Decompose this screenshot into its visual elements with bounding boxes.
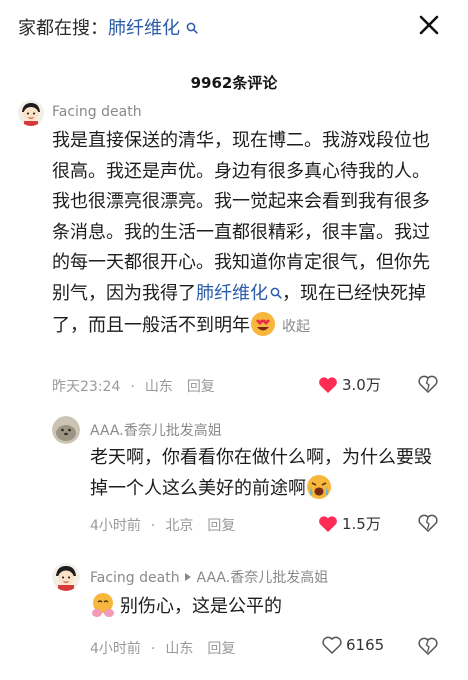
search-icon — [270, 287, 282, 303]
dislike-button[interactable] — [418, 514, 438, 536]
close-icon — [419, 15, 439, 35]
seal-avatar-icon — [52, 416, 80, 444]
comment-author[interactable]: Facing death — [52, 104, 142, 120]
comment-text: 我是直接保送的清华，现在博二。我游戏段位也很高。我还是声优。身边有很多真心待我的… — [52, 126, 444, 343]
comment-location: 北京 — [165, 518, 194, 534]
heart-outline-icon — [322, 636, 342, 654]
avatar[interactable] — [52, 563, 80, 591]
separator-dot: · — [130, 379, 135, 395]
reply-target-author[interactable]: AAA.香奈儿批发高姐 — [197, 570, 329, 586]
hug-emoji-icon — [90, 592, 116, 618]
avatar[interactable] — [52, 416, 80, 444]
cartoon-boy-avatar-icon — [52, 563, 80, 591]
reply-button[interactable]: 回复 — [207, 638, 235, 658]
comment-author-line: Facing death AAA.香奈儿批发高姐 — [90, 567, 328, 587]
separator-dot: · — [150, 641, 156, 657]
collapse-button[interactable]: 收起 — [282, 319, 310, 335]
like-button[interactable]: 1.5万 — [318, 513, 381, 534]
comment-count: 9962条评论 — [190, 74, 278, 92]
close-button[interactable] — [418, 14, 440, 36]
search-icon — [182, 22, 198, 38]
broken-heart-icon — [418, 514, 438, 533]
heart-filled-icon — [319, 376, 337, 393]
comment-text-part: 我是直接保送的清华，现在博二。我游戏段位也很高。我还是声优。身边有很多真心待我的… — [52, 130, 430, 304]
comment-text-part: 老天啊，你看看你在做什么啊，为什么要毁掉一个人这么美好的前途啊 — [90, 447, 432, 499]
comment-author[interactable]: AAA.香奈儿批发高姐 — [90, 420, 222, 440]
comment-author[interactable]: Facing death — [90, 570, 180, 586]
comment-meta: 昨天23:24 · 山东 回复 — [52, 376, 215, 396]
crying-emoji-icon — [306, 474, 332, 500]
heart-filled-icon — [319, 515, 337, 532]
comment-location: 山东 — [165, 641, 194, 657]
comment-time: 昨天23:24 — [52, 379, 121, 395]
reply-button[interactable]: 回复 — [187, 376, 215, 396]
reply-button[interactable]: 回复 — [207, 515, 235, 535]
keyword-link[interactable]: 肺纤维化 — [196, 283, 268, 304]
comment-time: 4小时前 — [90, 641, 141, 657]
reply-arrow-icon — [184, 570, 192, 586]
like-count: 1.5万 — [342, 515, 381, 533]
heart-eyes-emoji-icon — [250, 311, 276, 337]
like-button[interactable]: 6165 — [322, 636, 384, 654]
comment-time: 4小时前 — [90, 518, 141, 534]
comment-text-part: 别伤心，这是公平的 — [120, 596, 282, 617]
comment-meta: 4小时前 · 北京 回复 — [90, 515, 235, 535]
like-count: 6165 — [346, 636, 385, 654]
like-button[interactable]: 3.0万 — [318, 374, 381, 395]
avatar[interactable] — [18, 100, 44, 126]
broken-heart-icon — [418, 637, 438, 656]
cartoon-boy-avatar-icon — [18, 100, 44, 126]
top-bar: 家都在搜：肺纤维化 — [0, 0, 468, 52]
trending-search-keyword[interactable]: 肺纤维化 — [108, 18, 180, 39]
comment-meta: 4小时前 · 山东 回复 — [90, 638, 235, 658]
separator-dot: · — [150, 518, 156, 534]
comment-location: 山东 — [144, 379, 173, 395]
like-count: 3.0万 — [342, 376, 381, 394]
broken-heart-icon — [418, 375, 438, 394]
dislike-button[interactable] — [418, 637, 438, 659]
trending-search-prefix: 家都在搜： — [18, 18, 108, 39]
comment-text: 别伤心，这是公平的 — [90, 592, 448, 623]
dislike-button[interactable] — [418, 375, 438, 397]
comment-text: 老天啊，你看看你在做什么啊，为什么要毁掉一个人这么美好的前途啊 — [90, 443, 448, 504]
trending-search[interactable]: 家都在搜：肺纤维化 — [18, 14, 198, 40]
